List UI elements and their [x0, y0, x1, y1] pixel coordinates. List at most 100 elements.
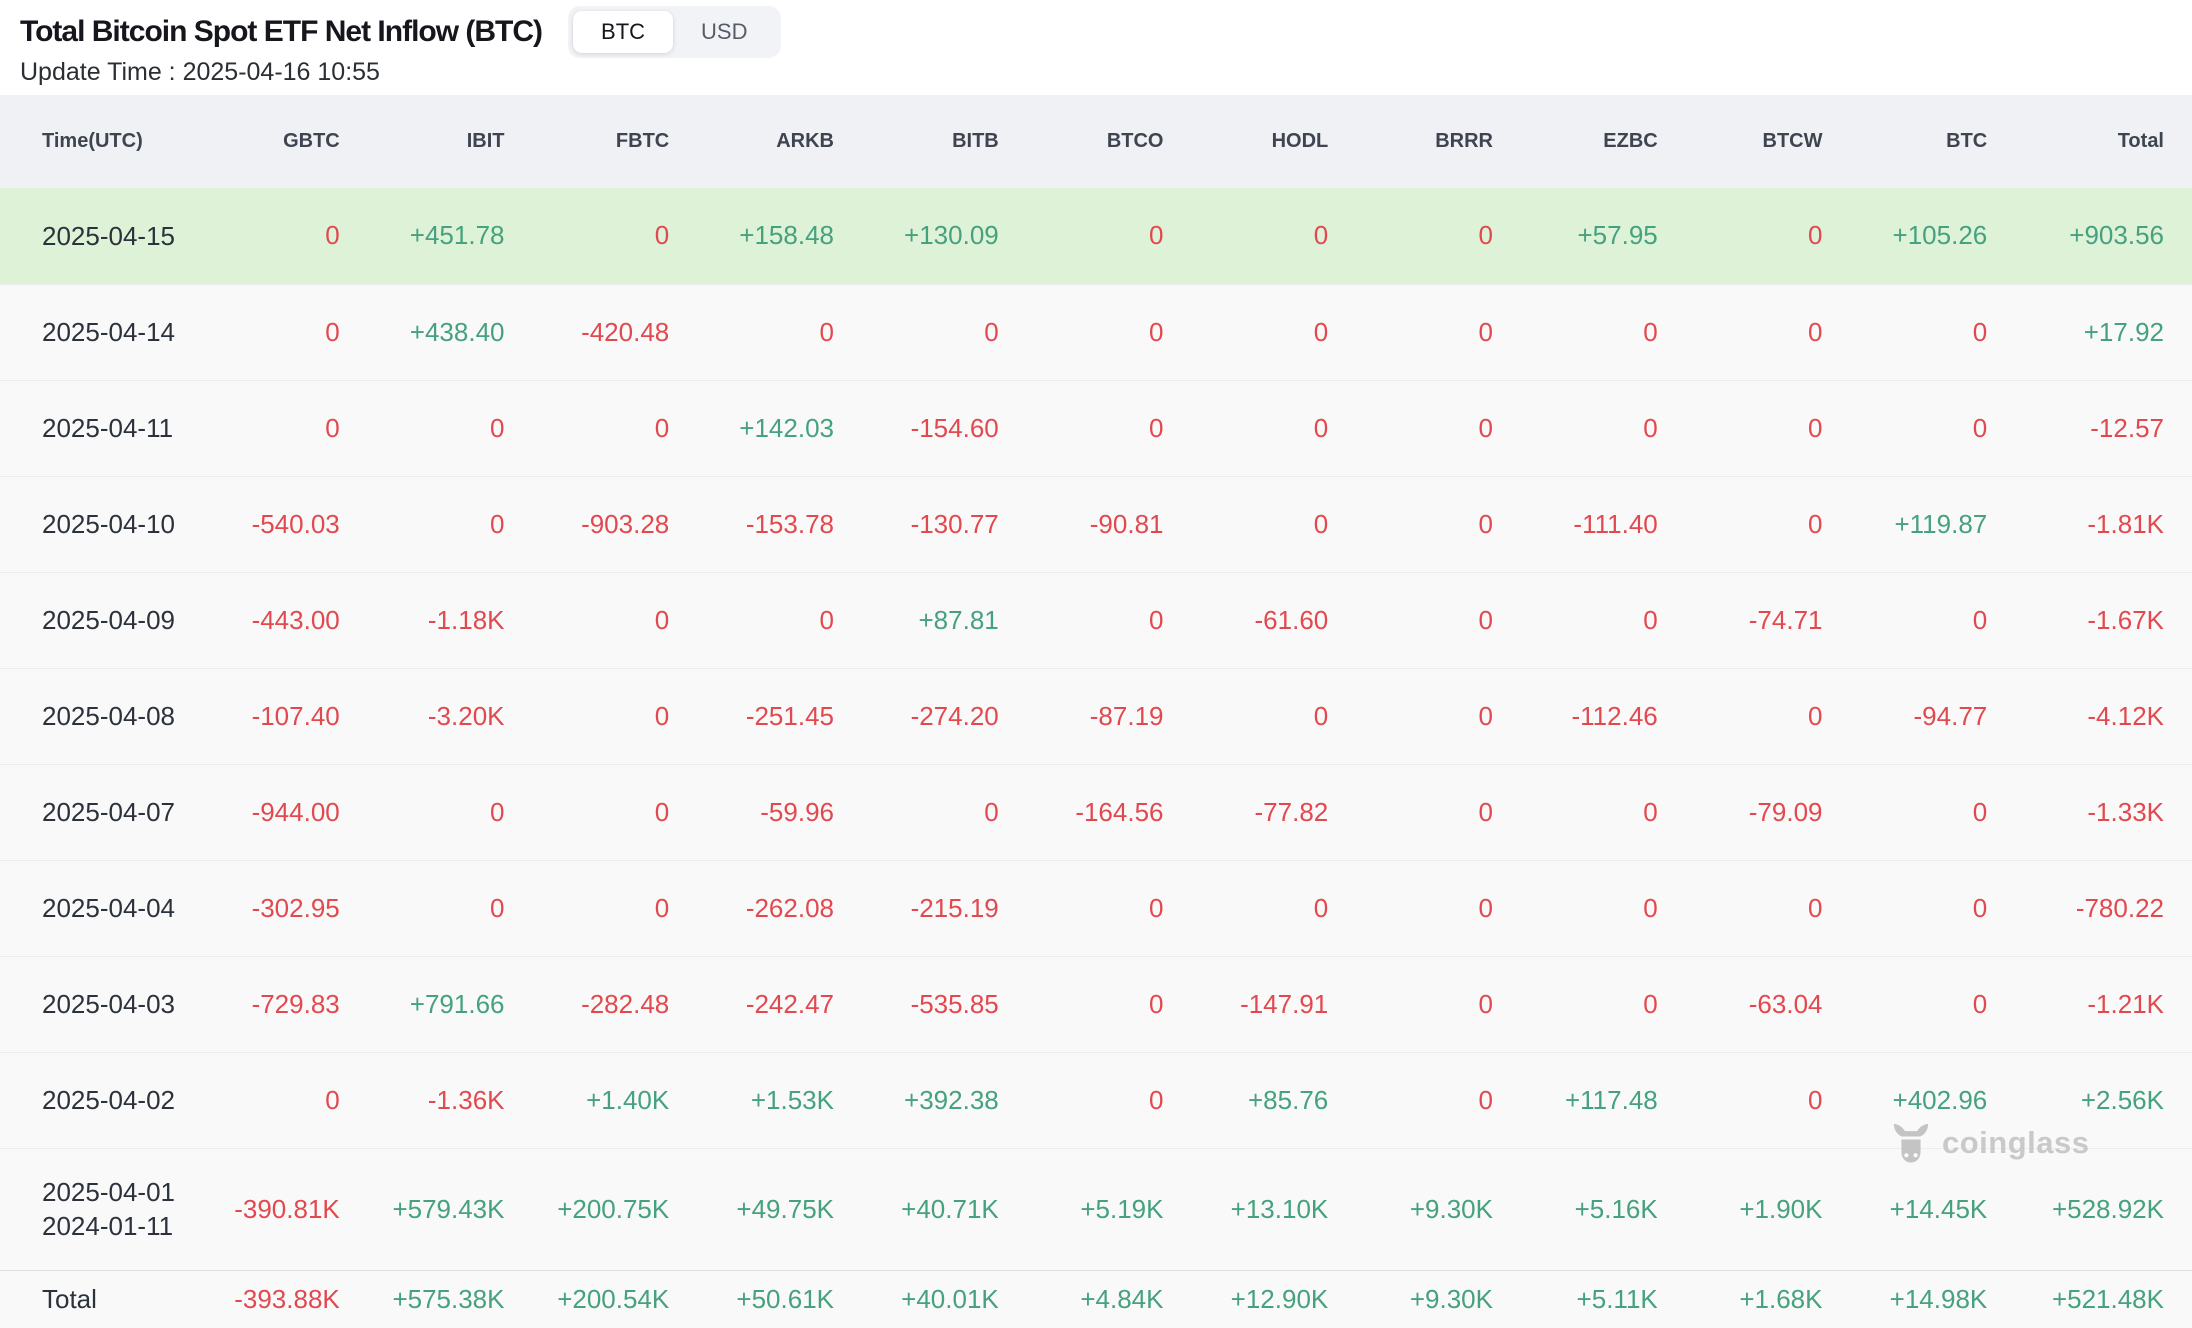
- value-cell: -63.04: [1697, 955, 1863, 1052]
- value-cell: -242.47: [709, 955, 874, 1052]
- date-cell: 2025-04-04: [0, 859, 215, 956]
- value-cell: -1.33K: [2027, 763, 2192, 860]
- value-cell: +528.92K: [2027, 1147, 2192, 1270]
- column-header-btco: BTCO: [1106, 130, 1164, 152]
- value-cell: +1.68K: [1697, 1269, 1863, 1328]
- value-cell: -107.40: [215, 667, 380, 764]
- value-cell: 0: [1697, 188, 1863, 284]
- value-cell: -944.00: [215, 763, 380, 860]
- value-cell: +13.10K: [1203, 1147, 1369, 1270]
- value-cell: 0: [1697, 283, 1863, 380]
- table-row: 2025-04-15 0 +451.78 0 +158.48 +130.09 0 0 0 +57.…: [0, 188, 2192, 284]
- value-cell: +4.84K: [1038, 1269, 1204, 1328]
- date-cell: 2025-04-14: [0, 283, 215, 380]
- value-cell: +14.98K: [1862, 1269, 2028, 1328]
- value-cell: +57.95: [1533, 188, 1698, 284]
- column-header-fbtc: FBTC: [615, 130, 670, 152]
- value-cell: 0: [1368, 763, 1533, 860]
- value-cell: +200.75K: [544, 1147, 710, 1270]
- value-cell: +158.48: [709, 188, 874, 284]
- value-cell: 0: [1038, 859, 1204, 956]
- date-cell: 2025-04-08: [0, 667, 215, 764]
- date-cell: 2025-04-03: [0, 955, 215, 1052]
- value-cell: 0: [1862, 763, 2028, 860]
- value-cell: +1.53K: [709, 1051, 874, 1148]
- value-cell: -79.09: [1697, 763, 1863, 860]
- value-cell: +14.45K: [1862, 1147, 2028, 1270]
- value-cell: +130.09: [874, 188, 1039, 284]
- value-cell: +9.30K: [1368, 1147, 1533, 1270]
- value-cell: +438.40: [379, 283, 545, 380]
- value-cell: +87.81: [874, 571, 1039, 668]
- value-cell: 0: [709, 283, 874, 380]
- value-cell: 0: [874, 763, 1039, 860]
- value-cell: -1.67K: [2027, 571, 2192, 668]
- toggle-usd-button[interactable]: USD: [673, 11, 775, 53]
- value-cell: 0: [379, 379, 545, 476]
- value-cell: 0: [1862, 379, 2028, 476]
- value-cell: 0: [544, 379, 710, 476]
- value-cell: -302.95: [215, 859, 380, 956]
- table-row: 2025-04-03 -729.83 +791.66 -282.48 -242.47 -5…: [0, 955, 2192, 1052]
- value-cell: -77.82: [1203, 763, 1369, 860]
- value-cell: 0: [1203, 859, 1369, 956]
- column-header-btc: BTC: [1946, 130, 1988, 152]
- value-cell: +142.03: [709, 379, 874, 476]
- value-cell: -3.20K: [379, 667, 545, 764]
- value-cell: 0: [544, 859, 710, 956]
- value-cell: 0: [215, 283, 380, 380]
- date-cell: 2025-04-15: [0, 188, 215, 284]
- etf-flow-table: Time(UTC) GBTC IBIT FBTC ARKB BITB BTCO HODL BRR…: [0, 95, 2192, 1328]
- value-cell: +903.56: [2027, 188, 2192, 284]
- value-cell: 0: [1533, 379, 1698, 476]
- value-cell: -1.36K: [379, 1051, 545, 1148]
- value-cell: -12.57: [2027, 379, 2192, 476]
- date-cell: 2025-04-01 2024-01-11: [0, 1147, 215, 1270]
- value-cell: +85.76: [1203, 1051, 1369, 1148]
- update-time: Update Time : 2025-04-16 10:55: [20, 58, 380, 86]
- value-cell: -87.19: [1038, 667, 1204, 764]
- value-cell: 0: [1203, 188, 1369, 284]
- date-cell: 2025-04-10: [0, 475, 215, 572]
- value-cell: +5.16K: [1533, 1147, 1698, 1270]
- toggle-btc-button[interactable]: BTC: [573, 11, 674, 53]
- value-cell: +105.26: [1862, 188, 2028, 284]
- etf-netflow-page: Total Bitcoin Spot ETF Net Inflow (BTC) …: [0, 0, 2192, 1328]
- value-cell: +1.90K: [1697, 1147, 1863, 1270]
- value-cell: 0: [709, 571, 874, 668]
- table-header-row: Time(UTC) GBTC IBIT FBTC ARKB BITB BTCO HODL BRR…: [0, 95, 2192, 188]
- value-cell: -729.83: [215, 955, 380, 1052]
- value-cell: 0: [379, 763, 545, 860]
- value-cell: -251.45: [709, 667, 874, 764]
- table-row: 2025-04-10 -540.03 0 -903.28 -153.78 -130.77-…: [0, 475, 2192, 572]
- value-cell: 0: [1368, 859, 1533, 956]
- value-cell: +402.96: [1862, 1051, 2028, 1148]
- value-cell: 0: [1038, 283, 1204, 380]
- value-cell: -154.60: [874, 379, 1039, 476]
- value-cell: -90.81: [1038, 475, 1204, 572]
- value-cell: +40.01K: [874, 1269, 1039, 1328]
- column-header-gbtc: GBTC: [283, 130, 340, 152]
- column-header-ibit: IBIT: [466, 130, 505, 152]
- value-cell: -111.40: [1533, 475, 1698, 572]
- page-header: Total Bitcoin Spot ETF Net Inflow (BTC) …: [0, 0, 2192, 58]
- value-cell: -1.81K: [2027, 475, 2192, 572]
- value-cell: -1.18K: [379, 571, 545, 668]
- table-row: 2025-04-04 -302.95 0 0 -262.08 -215.19 0 0 0 0 0 0-…: [0, 859, 2192, 956]
- value-cell: +521.48K: [2027, 1269, 2192, 1328]
- value-cell: 0: [1697, 379, 1863, 476]
- table-row: 2025-04-08 -107.40 -3.20K 0 -251.45 -274.20 -8…: [0, 667, 2192, 764]
- value-cell: 0: [1862, 955, 2028, 1052]
- value-cell: 0: [1203, 283, 1369, 380]
- value-cell: +200.54K: [544, 1269, 710, 1328]
- value-cell: 0: [1203, 475, 1369, 572]
- value-cell: -147.91: [1203, 955, 1369, 1052]
- value-cell: -540.03: [215, 475, 380, 572]
- value-cell: 0: [1368, 475, 1533, 572]
- value-cell: 0: [1038, 1051, 1204, 1148]
- value-cell: -94.77: [1862, 667, 2028, 764]
- value-cell: -215.19: [874, 859, 1039, 956]
- value-cell: -535.85: [874, 955, 1039, 1052]
- date-cell: 2025-04-09: [0, 571, 215, 668]
- table-row: 2025-04-02 0 -1.36K +1.40K +1.53K +392.38 0 +85…: [0, 1051, 2192, 1148]
